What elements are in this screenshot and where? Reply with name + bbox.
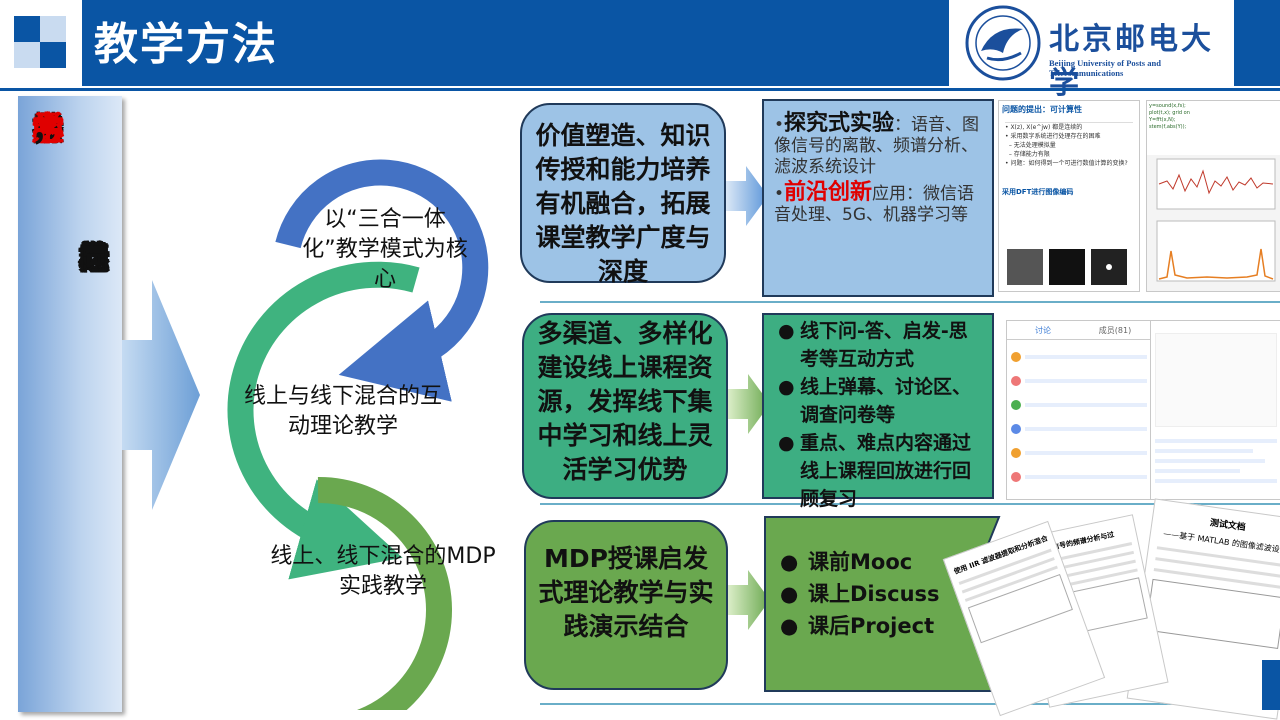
- row1-item-1: •探究式实验：语音、图像信号的离散、频谱分析、滤波系统设计: [774, 111, 980, 178]
- principle-banner: 坚持质量为本，以学生为中心， 以培养目标为导向: [18, 96, 122, 712]
- row2-detail-box: ● 线下问-答、启发-思考等互动方式 ● 线上弹幕、讨论区、调查问卷等 ● 重点、难点内容…: [762, 313, 994, 510]
- header-right-bar: [1234, 0, 1280, 86]
- row1-summary-pill: 价值塑造、知识传授和能力培养有机融合，拓展课堂教学广度与深度: [520, 103, 726, 286]
- loop-label-bottom: 线上、线下混合的MDP实践教学: [270, 544, 496, 599]
- row2-summary-pill: 多渠道、多样化建设线上课程资源，发挥线下集中学习和线上灵活学习优势: [522, 313, 728, 499]
- university-name-en: Beijing University of Posts and Telecomm…: [1049, 58, 1161, 78]
- university-logo: 北京邮电大学 Beijing University of Posts and T…: [949, 0, 1234, 101]
- lecture-slide-thumbnail: 问题的提出：可计算性 • X(z), X(e^jw) 都是连续的 • 采用数字系统…: [998, 100, 1140, 292]
- row1-detail-box: •探究式实验：语音、图像信号的离散、频谱分析、滤波系统设计 •前沿创新应用：微信…: [762, 99, 994, 297]
- row2-bullet-item: ● 线下问-答、启发-思考等互动方式: [778, 320, 968, 370]
- row3-bullet-item: ● 课上Discuss: [780, 582, 940, 606]
- row-divider-3: [540, 703, 1240, 705]
- header-divider: [0, 88, 1280, 91]
- banner-char: 向: [77, 238, 111, 277]
- banner-char: ，: [31, 109, 65, 148]
- row2-bullet-list: ● 线下问-答、启发-思考等互动方式 ● 线上弹幕、讨论区、调查问卷等 ● 重点、难点内容…: [776, 317, 986, 513]
- row3-summary-pill: MDP授课启发式理论教学与实践演示结合: [524, 520, 728, 690]
- page-title: 教学方法: [94, 19, 278, 70]
- matlab-plot-thumbnail: y=sound(x,fs); plot(t,x); grid on Y=fft(x,…: [1146, 100, 1280, 292]
- course-chat-thumbnail: 讨论 成员(81): [1006, 320, 1152, 500]
- university-seal-icon: [965, 5, 1041, 81]
- row1-item-2: •前沿创新应用：微信语音处理、5G、机器学习等: [774, 180, 975, 226]
- loop-label-top: 以“三合一体化”教学模式为核心: [302, 207, 468, 292]
- row2-bullet-item: ● 重点、难点内容通过线上课程回放进行回顾复习: [778, 432, 972, 510]
- row2-bullet-item: ● 线上弹幕、讨论区、调查问卷等: [778, 376, 972, 426]
- loop-label-middle: 线上与线下混合的互动理论教学: [243, 384, 442, 439]
- bullet-comments-thumbnail: [1150, 320, 1280, 500]
- header-logo-squares: [0, 0, 82, 86]
- corner-accent: [1262, 660, 1280, 710]
- row3-bullet-item: ● 课后Project: [780, 614, 935, 638]
- row-divider-1: [540, 301, 1280, 303]
